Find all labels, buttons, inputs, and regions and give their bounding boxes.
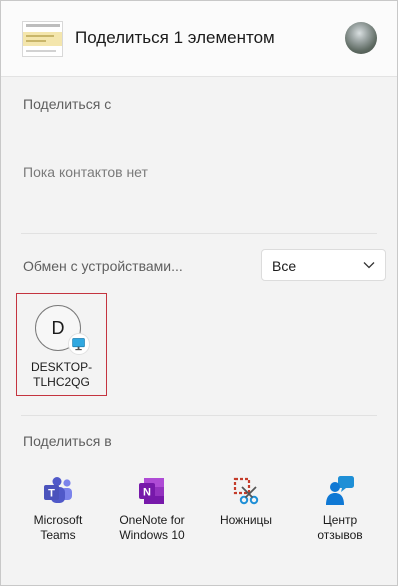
app-label: Ножницы (219, 513, 273, 527)
device-badge (68, 333, 90, 355)
app-label: OneNote for Windows 10 (119, 513, 185, 542)
app-snipping-tool[interactable]: Ножницы (201, 471, 291, 551)
onenote-icon: N (139, 478, 164, 504)
share-dialog: Поделиться 1 элементом Поделиться с Пока… (0, 0, 398, 586)
dropdown-selected-value: Все (272, 258, 297, 274)
app-teams[interactable]: T Microsoft Teams (13, 471, 103, 551)
app-label: Microsoft Teams (33, 513, 83, 542)
device-tile[interactable]: D DESKTOP- TLHC2QG (16, 293, 107, 396)
item-thumbnail (22, 21, 63, 57)
thumbnail-title-bar (26, 24, 60, 27)
device-name: DESKTOP- TLHC2QG (30, 360, 93, 389)
nearby-filter-dropdown[interactable]: Все (261, 249, 386, 281)
share-title: Поделиться 1 элементом (75, 28, 275, 47)
nearby-sharing-label: Обмен с устройствами... (23, 258, 183, 274)
app-onenote[interactable]: N OneNote for Windows 10 (107, 471, 197, 551)
app-label: Центр отзывов (317, 513, 363, 542)
share-to-label: Поделиться в (23, 433, 112, 449)
feedback-hub-icon (326, 476, 354, 505)
svg-text:N: N (143, 487, 151, 499)
app-feedback-hub[interactable]: Центр отзывов (295, 471, 385, 551)
svg-text:T: T (48, 488, 55, 500)
chevron-down-icon (363, 262, 375, 269)
share-with-label: Поделиться с (23, 96, 112, 112)
snipping-tool-icon (233, 477, 259, 505)
share-header: Поделиться 1 элементом (1, 1, 397, 77)
monitor-icon (72, 338, 85, 351)
user-avatar[interactable] (345, 22, 377, 54)
no-contacts-text: Пока контактов нет (23, 164, 148, 180)
divider (21, 415, 377, 416)
teams-icon: T (44, 477, 72, 503)
divider (21, 233, 377, 234)
